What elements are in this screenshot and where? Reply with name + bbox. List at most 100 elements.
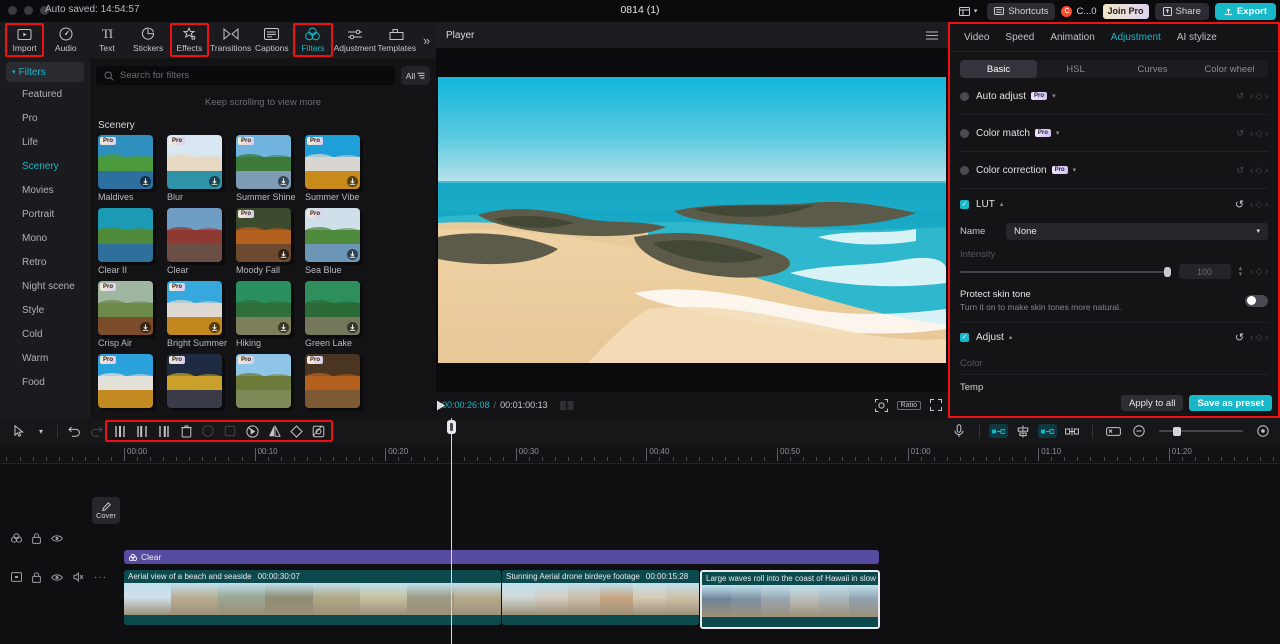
row-lut[interactable]: ✓ LUT ▴ ↺ ‹ ◇ › — [960, 189, 1268, 219]
download-icon[interactable] — [140, 176, 151, 187]
filter-thumbnail[interactable] — [98, 208, 153, 262]
filter-item[interactable]: Pro Maldives — [98, 135, 166, 208]
sidebar-item-food[interactable]: Food — [0, 370, 90, 394]
split-icon[interactable] — [109, 421, 131, 441]
filter-item[interactable]: Clear II — [98, 208, 166, 281]
download-icon[interactable] — [347, 322, 358, 333]
keyframe-nav[interactable]: ‹ ◇ › — [1250, 165, 1268, 176]
sidebar-item-life[interactable]: Life — [0, 130, 90, 154]
filter-item[interactable]: Clear — [167, 208, 235, 281]
filter-item[interactable]: Pro — [98, 354, 166, 417]
filter-icon[interactable] — [11, 533, 22, 543]
tab-speed[interactable]: Speed — [1005, 32, 1034, 43]
row-color-correction[interactable]: Color correction Pro ▾ ↺ ‹ ◇ › — [960, 152, 1268, 189]
save-as-preset-button[interactable]: Save as preset — [1189, 395, 1272, 411]
keyframe-nav[interactable]: ‹ ◇ › — [1250, 199, 1268, 210]
toolbar-item-filters[interactable]: Filters — [292, 23, 333, 57]
preview-render-icon[interactable] — [1102, 421, 1124, 441]
timeline-clip[interactable]: Aerial view of a beach and seaside00:00:… — [124, 570, 501, 625]
microphone-icon[interactable] — [948, 421, 970, 441]
chevron-double-right-icon[interactable]: » — [417, 33, 436, 48]
toolbar-item-effects[interactable]: Effects — [169, 23, 210, 57]
speed-icon[interactable] — [241, 421, 263, 441]
auto-fit-icon[interactable] — [989, 424, 1008, 438]
lock-icon[interactable] — [32, 533, 41, 544]
hamburger-icon[interactable] — [926, 31, 938, 40]
filter-thumbnail[interactable]: Pro — [167, 281, 222, 335]
toolbar-item-audio[interactable]: Audio — [45, 23, 86, 57]
filter-item[interactable]: Pro — [236, 354, 304, 417]
download-icon[interactable] — [278, 322, 289, 333]
mask-icon[interactable] — [285, 421, 307, 441]
sidebar-item-cold[interactable]: Cold — [0, 322, 90, 346]
undo-icon[interactable] — [63, 421, 85, 441]
filter-thumbnail[interactable]: Pro — [305, 135, 360, 189]
playhead[interactable] — [451, 418, 452, 644]
zoom-out-icon[interactable] — [1128, 421, 1150, 441]
filter-thumbnail[interactable]: Pro — [98, 135, 153, 189]
filter-thumbnail[interactable] — [236, 281, 291, 335]
filter-item[interactable]: Pro Moody Fall — [236, 208, 304, 281]
sidebar-item-movies[interactable]: Movies — [0, 178, 90, 202]
toolbar-item-templates[interactable]: Templates — [376, 23, 417, 57]
sidebar-item-scenery[interactable]: Scenery — [0, 154, 90, 178]
tab-adjustment[interactable]: Adjustment — [1111, 32, 1161, 43]
filter-thumbnail[interactable]: Pro — [236, 135, 291, 189]
filter-item[interactable]: Pro — [167, 354, 235, 417]
more-icon[interactable]: ··· — [94, 572, 107, 583]
download-icon[interactable] — [209, 322, 220, 333]
filter-thumbnail[interactable]: Pro — [305, 354, 360, 408]
download-icon[interactable] — [209, 176, 220, 187]
row-color-match[interactable]: Color match Pro ▾ ↺ ‹ ◇ › — [960, 115, 1268, 152]
sidebar-item-pro[interactable]: Pro — [0, 106, 90, 130]
intensity-stepper[interactable]: ▴▾ — [1239, 266, 1243, 278]
account-button[interactable]: C C...0 — [1061, 6, 1096, 17]
apply-to-all-button[interactable]: Apply to all — [1121, 395, 1183, 411]
sidebar-item-featured[interactable]: Featured — [0, 82, 90, 106]
effect-clip[interactable]: Clear — [124, 550, 879, 564]
toolbar-item-text[interactable]: TI Text — [86, 23, 127, 57]
filter-item[interactable]: Pro — [305, 354, 373, 417]
tab-animation[interactable]: Animation — [1050, 32, 1094, 43]
keyframe-nav[interactable]: ‹ ◇ › — [1250, 91, 1268, 102]
intensity-value[interactable]: 100 — [1179, 264, 1231, 279]
trim-right-icon[interactable] — [153, 421, 175, 441]
filter-item[interactable]: Pro Sea Blue — [305, 208, 373, 281]
timeline-clip[interactable]: Large waves roll into the coast of Hawai… — [700, 570, 880, 629]
layout-button[interactable]: ▾ — [955, 3, 982, 20]
chevron-down-icon[interactable]: ▾ — [30, 421, 52, 441]
keyframe-nav[interactable]: ‹ ◇ › — [1250, 332, 1268, 343]
fit-to-screen-icon[interactable] — [1038, 424, 1057, 438]
filter-thumbnail[interactable]: Pro — [236, 354, 291, 408]
segment-color-wheel[interactable]: Color wheel — [1191, 60, 1268, 78]
tab-ai-stylize[interactable]: AI stylize — [1177, 32, 1217, 43]
toolbar-item-stickers[interactable]: Stickers — [128, 23, 169, 57]
download-icon[interactable] — [347, 249, 358, 260]
chevron-up-icon[interactable]: ▴ — [1000, 200, 1004, 208]
filter-thumbnail[interactable]: Pro — [167, 135, 222, 189]
lut-name-select[interactable]: None ▾ — [1006, 223, 1268, 240]
adjust-checkbox[interactable]: ✓ — [960, 333, 969, 342]
row-adjust[interactable]: ✓ Adjust ▴ ↺ ‹ ◇ › — [960, 323, 1268, 351]
timeline-ruler[interactable]: 00:0000:1000:2000:3000:4000:5001:0001:10… — [0, 444, 1280, 464]
search-input[interactable]: Search for filters — [96, 66, 395, 85]
lut-checkbox[interactable]: ✓ — [960, 200, 969, 209]
filter-thumbnail[interactable]: Pro — [167, 354, 222, 408]
filter-all-button[interactable]: All — [401, 66, 430, 85]
download-icon[interactable] — [140, 322, 151, 333]
lock-icon[interactable] — [32, 572, 41, 583]
reset-icon[interactable]: ↺ — [1235, 198, 1244, 211]
sidebar-item-warm[interactable]: Warm — [0, 346, 90, 370]
filter-thumbnail[interactable]: Pro — [305, 208, 360, 262]
eye-icon[interactable] — [51, 573, 63, 582]
chevron-down-icon[interactable]: ▾ — [1052, 92, 1056, 100]
filter-thumbnail[interactable] — [167, 208, 222, 262]
cutout-icon[interactable] — [307, 421, 329, 441]
rail-header-filters[interactable]: ▾ Filters — [6, 62, 84, 82]
sidebar-item-style[interactable]: Style — [0, 298, 90, 322]
download-icon[interactable] — [278, 176, 289, 187]
reset-icon[interactable]: ↺ — [1237, 165, 1245, 176]
segment-curves[interactable]: Curves — [1114, 60, 1191, 78]
filter-item[interactable]: Green Lake — [305, 281, 373, 354]
export-button[interactable]: Export — [1215, 3, 1276, 20]
